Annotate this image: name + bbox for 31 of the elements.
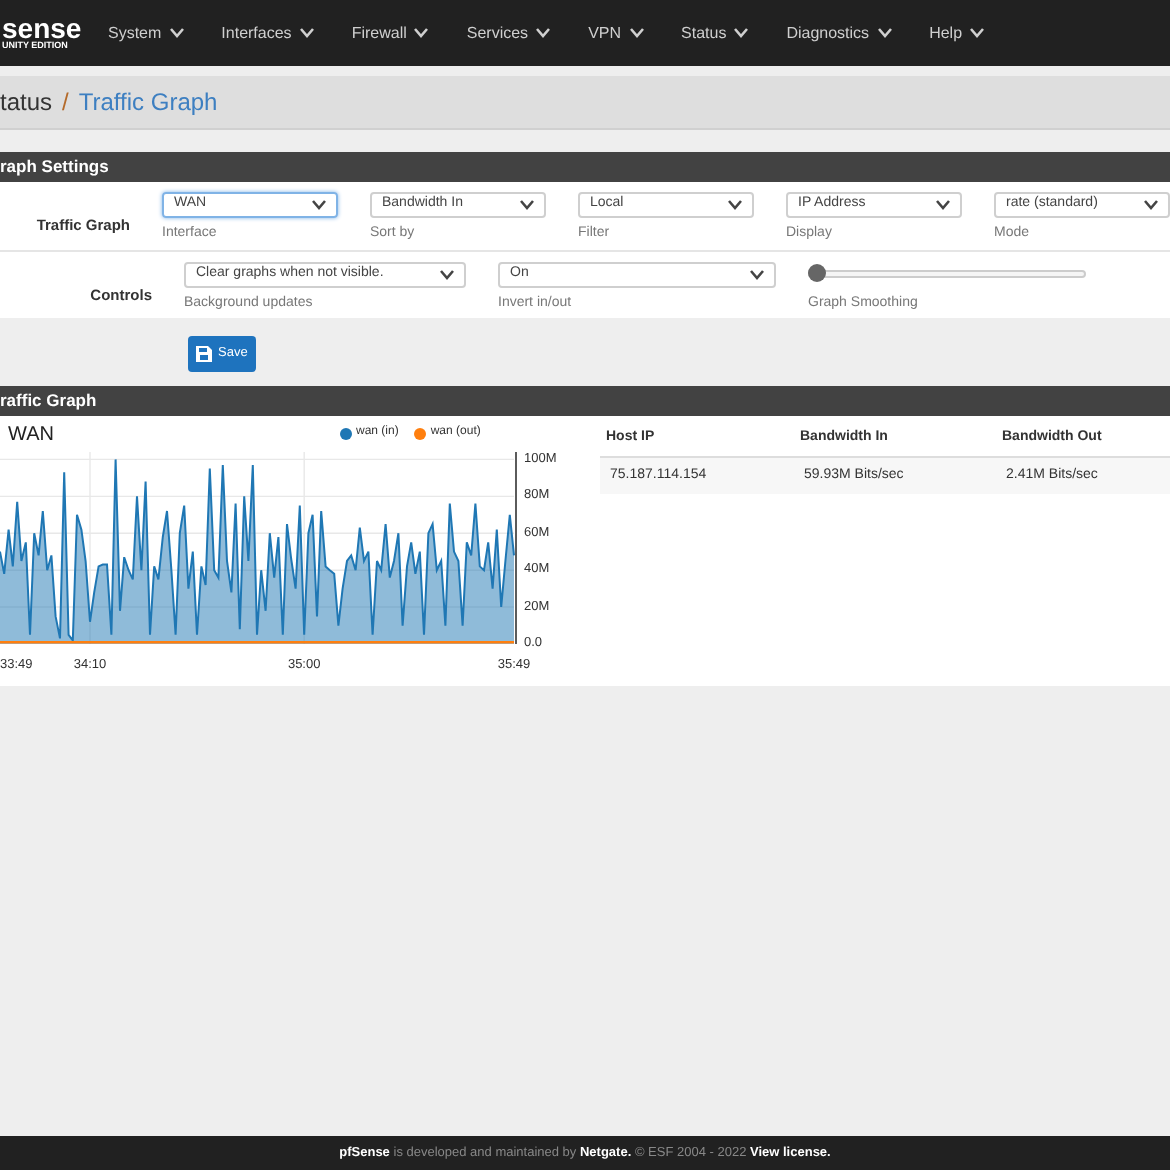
nav-menu-item[interactable]: VPN xyxy=(588,21,644,45)
caret-icon xyxy=(299,28,314,38)
caret-icon xyxy=(734,28,749,38)
panel-heading: raph Settings xyxy=(0,152,1170,182)
nav-menu-item[interactable]: Status xyxy=(681,21,749,45)
logo-text: sense xyxy=(2,14,84,43)
breadcrumb-separator: / xyxy=(62,86,69,120)
caret-icon xyxy=(970,28,985,38)
panel-heading: raffic Graph xyxy=(0,386,1170,416)
nav-menu-item[interactable]: System xyxy=(108,21,184,45)
caret-icon xyxy=(877,28,892,38)
graph-title: WAN xyxy=(8,422,54,450)
nav-menu-item[interactable]: Interfaces xyxy=(221,21,314,45)
caret-icon xyxy=(629,28,644,38)
caret-icon xyxy=(169,28,184,38)
caret-icon xyxy=(312,200,326,210)
breadcrumb-link[interactable]: tatus xyxy=(0,84,53,120)
nav-menu-item[interactable]: Help xyxy=(929,21,985,45)
caret-icon xyxy=(936,200,950,210)
caret-icon xyxy=(750,270,764,280)
caret-icon xyxy=(414,28,429,38)
caret-icon xyxy=(440,270,454,280)
breadcrumb-current: Traffic Graph xyxy=(78,86,218,120)
caret-icon xyxy=(728,200,742,210)
nav-menu-item[interactable]: Services xyxy=(466,21,551,45)
slider-thumb[interactable] xyxy=(808,264,826,282)
nav-menu-item[interactable]: Firewall xyxy=(351,21,429,45)
caret-icon xyxy=(536,28,551,38)
caret-icon xyxy=(1144,200,1158,210)
nav-menu-item[interactable]: Diagnostics xyxy=(786,21,892,45)
caret-icon xyxy=(520,200,534,210)
